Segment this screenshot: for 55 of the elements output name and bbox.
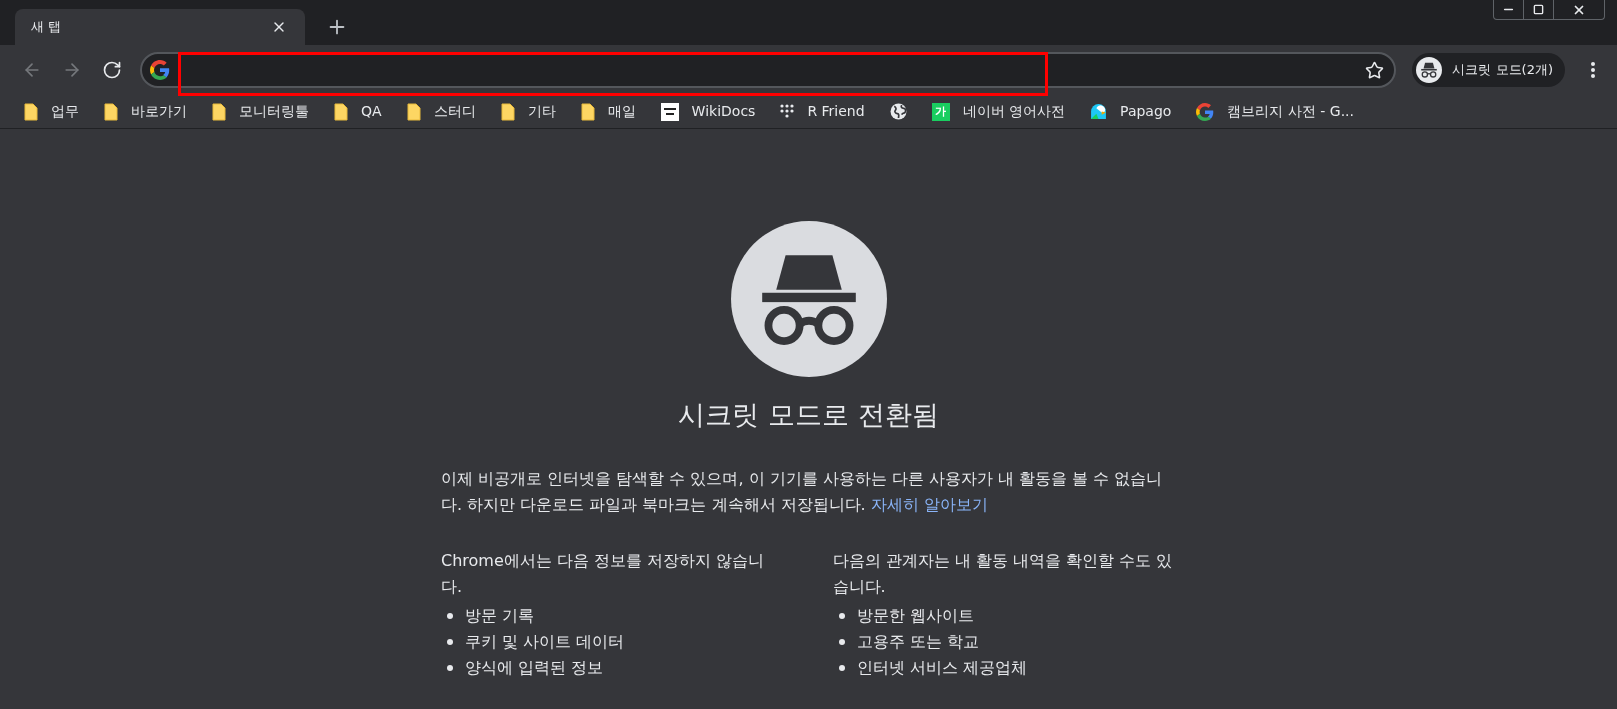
wikidocs-icon	[660, 102, 679, 121]
list-item: 인터넷 서비스 제공업체	[856, 656, 1027, 679]
folder-icon	[104, 102, 118, 121]
bullet-icon	[838, 638, 845, 645]
list-item: 쿠키 및 사이트 데이터	[465, 630, 625, 653]
more-icon	[1591, 62, 1595, 78]
address-bar[interactable]	[140, 52, 1397, 88]
column-heading: Chrome에서는 다음 정보를 저장하지 않습니다.	[441, 549, 766, 598]
bookmark-item[interactable]: 스터디	[406, 101, 476, 122]
list-item: 방문한 웹사이트	[856, 604, 974, 627]
bookmark-item[interactable]: 업무	[24, 101, 79, 122]
tab-title: 새 탭	[31, 18, 62, 37]
bookmark-item[interactable]: 매일	[580, 101, 636, 122]
bookmark-item[interactable]: 가 네이버 영어사전	[931, 101, 1066, 122]
bullet-icon	[447, 664, 453, 671]
bullet-icon	[447, 638, 453, 645]
bookmark-item[interactable]: 기타	[500, 101, 556, 122]
globe-icon	[889, 103, 907, 120]
learn-more-link[interactable]: 자세히 알아보기	[870, 494, 988, 514]
reload-icon	[102, 60, 122, 80]
maximize-icon	[1533, 4, 1544, 15]
dots-icon	[780, 103, 795, 120]
google-icon	[1196, 102, 1215, 121]
folder-icon	[334, 102, 348, 121]
bookmark-item[interactable]	[889, 103, 907, 120]
bookmark-item[interactable]: 캠브리지 사전 - G...	[1196, 101, 1354, 122]
bookmark-item[interactable]: Papago	[1090, 101, 1172, 122]
folder-icon	[500, 102, 515, 121]
folder-icon	[212, 102, 226, 121]
bullet-icon	[838, 612, 845, 619]
bookmark-item[interactable]: 바로가기	[104, 101, 187, 122]
column-heading: 다음의 관계자는 내 활동 내역을 확인할 수도 있습니다.	[832, 549, 1173, 598]
page-title: 시크릿 모드로 전환됨	[678, 398, 939, 432]
incognito-profile-button[interactable]: 시크릿 모드(2개)	[1412, 53, 1565, 87]
bookmark-item[interactable]: 모니터링툴	[212, 101, 309, 122]
description-text: 이제 비공개로 인터넷을 탐색할 수 있으며, 이 기기를 사용하는 다른 사용자가 내 활동을 볼 수 없습니다. 하지만 다운로드 파일과 북마크는 계속해서 저장됩니다. 자세히 알아보기	[441, 467, 1164, 516]
google-icon	[150, 60, 170, 80]
bullet-icon	[447, 612, 453, 619]
list-item: 고용주 또는 학교	[856, 630, 979, 653]
folder-icon	[580, 102, 595, 121]
list-item: 방문 기록	[465, 604, 535, 627]
bookmark-item[interactable]: QA	[334, 101, 382, 122]
browser-tab[interactable]: 새 탭	[15, 9, 305, 45]
bookmark-item[interactable]: WikiDocs	[660, 101, 756, 122]
bullet-icon	[838, 664, 845, 671]
list-item: 양식에 입력된 정보	[465, 656, 604, 679]
folder-icon	[24, 102, 38, 121]
incognito-icon	[1416, 57, 1443, 83]
folder-icon	[406, 102, 421, 121]
bird-icon	[1090, 103, 1108, 120]
star-icon	[1365, 60, 1385, 80]
incognito-icon	[730, 221, 887, 377]
bookmark-star-button[interactable]	[1365, 60, 1385, 80]
bookmark-item[interactable]: R Friend	[780, 101, 865, 122]
dictionary-icon: 가	[931, 102, 950, 121]
